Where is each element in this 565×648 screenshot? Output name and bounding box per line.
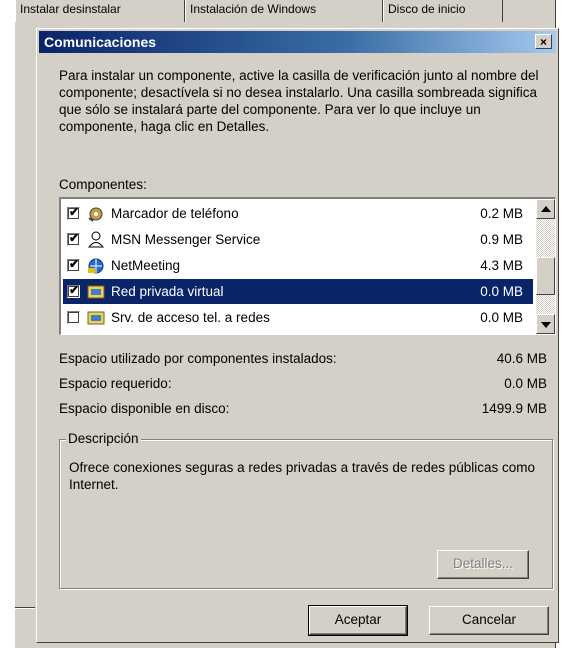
messenger-user-icon	[87, 231, 105, 248]
description-title: Descripción	[66, 431, 141, 446]
space-available-value: 1499.9 MB	[481, 401, 547, 416]
list-item[interactable]: Srv. de acceso tel. a redes 0.0 MB	[63, 305, 533, 330]
tab-windows-setup[interactable]: Instalación de Windows	[185, 0, 383, 22]
tab-install-uninstall[interactable]: Instalar desinstalar	[15, 0, 185, 22]
tab-startup-disk[interactable]: Disco de inicio	[383, 0, 503, 22]
list-item[interactable]: ✔ Red privada virtual 0.0 MB	[63, 279, 533, 304]
network-folder-icon	[87, 309, 105, 326]
component-name: Srv. de acceso tel. a redes	[111, 310, 270, 325]
list-item[interactable]: ✔ Marcador de teléfono 0.2 MB	[63, 201, 533, 226]
accept-button[interactable]: Aceptar	[308, 605, 408, 636]
component-size: 0.0 MB	[480, 284, 523, 299]
space-required-row: Espacio requerido: 0.0 MB	[59, 376, 547, 391]
close-button[interactable]: ×	[535, 34, 552, 49]
component-checkbox[interactable]: ✔	[67, 257, 80, 272]
description-groupbox: Descripción Ofrece conexiones seguras a …	[59, 431, 553, 589]
scroll-thumb[interactable]	[536, 257, 555, 295]
component-name: NetMeeting	[111, 258, 181, 273]
checkmark-icon: ✔	[69, 283, 80, 297]
arrow-up-icon	[541, 206, 551, 212]
phone-dialer-icon	[87, 205, 105, 222]
component-name: Marcador de teléfono	[111, 206, 239, 221]
component-size: 0.0 MB	[480, 310, 523, 325]
parent-tabstrip: Instalar desinstalar Instalación de Wind…	[15, 0, 555, 22]
scroll-down-button[interactable]	[536, 314, 555, 334]
list-item[interactable]: ✔ MSN Messenger Service 0.9 MB	[63, 227, 533, 252]
instructions-text: Para instalar un componente, active la c…	[59, 68, 539, 134]
details-button[interactable]: Detalles...	[437, 550, 529, 579]
components-label: Componentes:	[59, 177, 147, 192]
component-checkbox[interactable]: ✔	[67, 283, 80, 298]
netmeeting-icon	[87, 257, 105, 274]
network-folder-icon	[87, 283, 105, 300]
component-checkbox[interactable]: ✔	[67, 231, 80, 246]
checkmark-icon: ✔	[69, 231, 80, 245]
description-text: Ofrece conexiones seguras a redes privad…	[69, 460, 536, 492]
scroll-up-button[interactable]	[536, 199, 555, 219]
space-used-value: 40.6 MB	[496, 351, 547, 366]
component-checkbox[interactable]: ✔	[67, 205, 80, 220]
list-item[interactable]: ✔ NetMeeting 4.3 MB	[63, 253, 533, 278]
cancel-button[interactable]: Cancelar	[429, 606, 549, 635]
dialog-title: Comunicaciones	[44, 34, 157, 50]
close-icon: ×	[539, 35, 547, 49]
components-scrollbar[interactable]	[536, 199, 555, 334]
space-available-row: Espacio disponible en disco: 1499.9 MB	[59, 401, 547, 416]
parent-divider	[15, 607, 35, 609]
checkmark-icon: ✔	[69, 205, 80, 219]
space-used-label: Espacio utilizado por componentes instal…	[59, 351, 337, 366]
space-used-row: Espacio utilizado por componentes instal…	[59, 351, 547, 366]
checkmark-icon: ✔	[69, 257, 80, 271]
component-name: Red privada virtual	[111, 284, 224, 299]
component-name: MSN Messenger Service	[111, 232, 261, 247]
dialog-titlebar[interactable]: Comunicaciones ×	[39, 31, 556, 53]
component-size: 0.2 MB	[480, 206, 523, 221]
space-required-value: 0.0 MB	[504, 376, 547, 391]
arrow-down-icon	[541, 322, 551, 328]
space-required-label: Espacio requerido:	[59, 376, 172, 391]
communications-dialog: Comunicaciones × Para instalar un compon…	[36, 28, 559, 643]
component-size: 0.9 MB	[480, 232, 523, 247]
component-size: 4.3 MB	[480, 258, 523, 273]
space-available-label: Espacio disponible en disco:	[59, 401, 230, 416]
components-listbox[interactable]: ✔ Marcador de teléfono 0.2 MB ✔ MSN Messenge…	[59, 197, 556, 335]
component-checkbox[interactable]	[67, 311, 80, 324]
